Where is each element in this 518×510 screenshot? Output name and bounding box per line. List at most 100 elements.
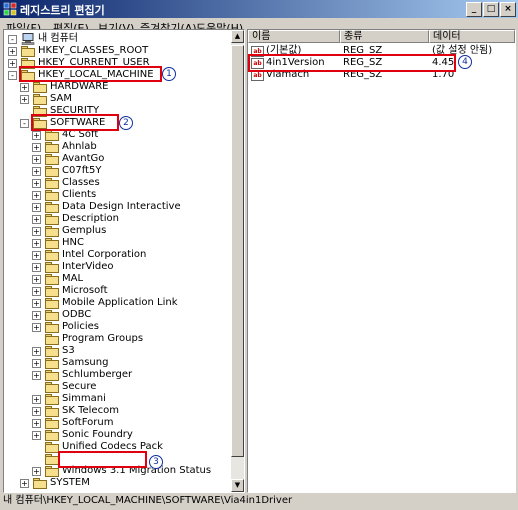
tree-node-label: HNC xyxy=(62,237,84,248)
folder-icon xyxy=(45,382,59,393)
folder-icon xyxy=(45,250,59,261)
status-path: 내 컴퓨터\HKEY_LOCAL_MACHINE\SOFTWARE\Via4in… xyxy=(3,495,293,506)
annotation-box-software xyxy=(31,114,119,131)
tree-node-label: Clients xyxy=(62,189,97,200)
expand-icon[interactable]: + xyxy=(32,467,41,476)
expand-icon[interactable]: + xyxy=(32,263,41,272)
folder-icon xyxy=(33,478,47,489)
folder-icon xyxy=(45,190,59,201)
tree-node-label: Secure xyxy=(62,381,97,392)
tree-node-label: Data Design Interactive xyxy=(62,201,181,212)
tree-node-label: Gemplus xyxy=(62,225,107,236)
title-bar: 레지스트리 편집기 _ □ × xyxy=(0,0,518,18)
registry-values-pane[interactable]: 이름 종류 데이터 ab (기본값) REG_SZ (값 설정 안됨) ab 4in1Ve… xyxy=(247,29,516,493)
tree-node-label: HARDWARE xyxy=(50,81,109,92)
expand-icon[interactable]: + xyxy=(20,95,29,104)
expand-icon[interactable]: + xyxy=(32,203,41,212)
folder-icon xyxy=(45,274,59,285)
expand-icon[interactable]: + xyxy=(32,323,41,332)
tree-node-label: Schlumberger xyxy=(62,369,133,380)
annotation-badge: 2 xyxy=(119,116,133,130)
window-title: 레지스트리 편집기 xyxy=(20,4,105,17)
annotation-box-hklm xyxy=(19,66,162,82)
column-header-type[interactable]: 종류 xyxy=(340,30,429,43)
tree-node-label: Ahnlab xyxy=(62,141,97,152)
tree-node-label: Microsoft xyxy=(62,285,108,296)
folder-icon xyxy=(45,334,59,345)
collapse-icon[interactable]: - xyxy=(8,71,17,80)
expand-icon[interactable]: + xyxy=(32,275,41,284)
tree-node-label: Policies xyxy=(62,321,99,332)
registry-editor-icon xyxy=(3,2,17,16)
computer-icon xyxy=(21,33,35,45)
tree-node-label: Simmani xyxy=(62,393,106,404)
folder-icon xyxy=(21,46,35,57)
tree-node-label: AvantGo xyxy=(62,153,105,164)
tree-node-label: SK Telecom xyxy=(62,405,119,416)
folder-icon xyxy=(45,154,59,165)
tree-node-label: Samsung xyxy=(62,357,109,368)
annotation-box-via4in1driver xyxy=(58,451,147,468)
expand-icon[interactable]: + xyxy=(32,431,41,440)
expand-icon[interactable]: + xyxy=(32,371,41,380)
tree-node-label: Intel Corporation xyxy=(62,249,147,260)
tree-node-label: SoftForum xyxy=(62,417,114,428)
expand-icon[interactable]: + xyxy=(20,83,29,92)
scroll-down-button[interactable]: ▼ xyxy=(231,479,244,492)
folder-icon xyxy=(45,346,59,357)
registry-tree-pane[interactable]: - 내 컴퓨터 + HKEY_CLASSES_ROOT + HKEY_CURRENT_… xyxy=(3,29,245,493)
collapse-icon[interactable]: - xyxy=(8,35,17,44)
folder-icon xyxy=(45,226,59,237)
scroll-up-button[interactable]: ▲ xyxy=(231,30,244,43)
expand-icon[interactable]: + xyxy=(32,131,41,140)
tree-node-label: 내 컴퓨터 xyxy=(38,33,78,44)
expand-icon[interactable]: + xyxy=(32,251,41,260)
folder-icon xyxy=(45,358,59,369)
tree-node-label: Sonic Foundry xyxy=(62,429,133,440)
scroll-thumb[interactable] xyxy=(231,45,244,457)
minimize-button[interactable]: _ xyxy=(466,2,482,17)
folder-icon xyxy=(45,238,59,249)
folder-icon xyxy=(45,466,59,477)
expand-icon[interactable]: + xyxy=(32,395,41,404)
folder-icon xyxy=(45,418,59,429)
expand-icon[interactable]: + xyxy=(32,419,41,428)
expand-icon[interactable]: + xyxy=(32,287,41,296)
folder-icon xyxy=(45,454,59,465)
expand-icon[interactable]: + xyxy=(32,191,41,200)
folder-icon xyxy=(45,202,59,213)
column-header-name[interactable]: 이름 xyxy=(248,30,340,43)
annotation-badge: 3 xyxy=(149,455,163,469)
expand-icon[interactable]: + xyxy=(32,167,41,176)
maximize-button[interactable]: □ xyxy=(483,2,499,17)
folder-icon xyxy=(45,262,59,273)
expand-icon[interactable]: + xyxy=(32,359,41,368)
folder-icon xyxy=(33,94,47,105)
expand-icon[interactable]: + xyxy=(8,47,17,56)
expand-icon[interactable]: + xyxy=(32,215,41,224)
collapse-icon[interactable]: - xyxy=(20,119,29,128)
tree-node-label: Mobile Application Link xyxy=(62,297,178,308)
expand-icon[interactable]: + xyxy=(32,179,41,188)
expand-icon[interactable]: + xyxy=(32,299,41,308)
folder-icon xyxy=(45,130,59,141)
folder-icon xyxy=(45,298,59,309)
expand-icon[interactable]: + xyxy=(32,143,41,152)
expand-icon[interactable]: + xyxy=(32,239,41,248)
expand-icon[interactable]: + xyxy=(32,407,41,416)
tree-node-label: InterVideo xyxy=(62,261,114,272)
column-header-data[interactable]: 데이터 xyxy=(429,30,515,43)
expand-icon[interactable]: + xyxy=(32,347,41,356)
expand-icon[interactable]: + xyxy=(32,155,41,164)
expand-icon[interactable]: + xyxy=(20,479,29,488)
tree-node-label: HKEY_CLASSES_ROOT xyxy=(38,45,149,56)
folder-icon xyxy=(45,166,59,177)
expand-icon[interactable]: + xyxy=(32,311,41,320)
tree-vertical-scrollbar[interactable]: ▲ ▼ xyxy=(231,30,244,492)
folder-icon xyxy=(45,178,59,189)
expand-icon[interactable]: + xyxy=(8,59,17,68)
folder-icon xyxy=(45,310,59,321)
folder-icon xyxy=(33,82,47,93)
close-button[interactable]: × xyxy=(500,2,516,17)
expand-icon[interactable]: + xyxy=(32,227,41,236)
